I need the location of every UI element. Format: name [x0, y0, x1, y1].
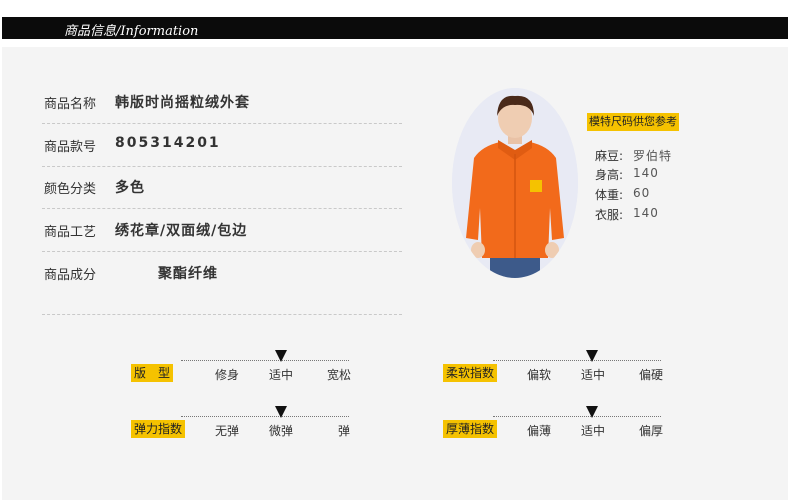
spec-label: 体重: — [595, 188, 624, 202]
model-illustration — [452, 88, 578, 278]
scale-track — [493, 360, 661, 361]
spec-value: 60 — [633, 186, 651, 200]
info-label: 商品成分 — [44, 268, 97, 283]
model-spec-height: 身高: 140 — [595, 166, 658, 183]
header-title: 商品信息/Information — [64, 24, 199, 39]
scale-thickness: 厚薄指数 偏薄 适中 偏厚 — [443, 406, 664, 440]
scale-track — [493, 416, 661, 417]
spec-label: 麻豆: — [595, 149, 624, 163]
scale-option: 适中 — [581, 368, 606, 382]
spec-label: 身高: — [595, 168, 624, 182]
scale-indicator-icon — [275, 406, 287, 418]
spec-value: 140 — [633, 166, 659, 180]
info-row-sku: 商品款号 805314201 — [42, 122, 402, 167]
scale-option: 适中 — [581, 424, 606, 438]
info-row-name: 商品名称 韩版时尚摇粒绒外套 — [42, 79, 402, 124]
model-spec-name: 麻豆: 罗伯特 — [595, 147, 671, 164]
info-value: 绣花章/双面绒/包边 — [115, 223, 248, 239]
info-label: 颜色分类 — [44, 182, 97, 197]
scale-option: 偏软 — [527, 368, 552, 382]
scale-fit: 版 型 修身 适中 宽松 — [131, 350, 352, 384]
model-photo — [452, 88, 578, 278]
scale-option: 偏厚 — [639, 424, 664, 438]
scale-option: 修身 — [215, 368, 240, 382]
scale-elasticity: 弹力指数 无弹 微弹 弹 — [131, 406, 351, 440]
info-value: 805314201 — [115, 135, 221, 151]
info-label: 商品款号 — [44, 140, 97, 155]
info-label: 商品名称 — [44, 97, 97, 112]
scale-track — [181, 416, 349, 417]
scale-option: 偏硬 — [639, 368, 664, 382]
model-spec-clothes: 衣服: 140 — [595, 206, 658, 223]
scale-label: 弹力指数 — [131, 420, 186, 438]
scale-label: 厚薄指数 — [443, 420, 498, 438]
header-bar: 商品信息/Information — [2, 17, 788, 39]
scale-option: 无弹 — [215, 424, 240, 438]
info-row-material: 商品成分 聚酯纤维 — [42, 250, 402, 315]
info-row-craft: 商品工艺 绣花章/双面绒/包边 — [42, 207, 402, 252]
scale-option: 微弹 — [269, 424, 294, 438]
scale-indicator-icon — [275, 350, 287, 362]
scale-indicator-icon — [586, 406, 598, 418]
info-value: 聚酯纤维 — [158, 266, 218, 282]
model-size-tag: 模特尺码供您参考 — [587, 113, 679, 131]
scale-option: 弹 — [338, 424, 351, 438]
info-value: 多色 — [115, 180, 145, 196]
scale-track — [181, 360, 349, 361]
spec-label: 衣服: — [595, 208, 624, 222]
info-value: 韩版时尚摇粒绒外套 — [115, 95, 250, 111]
scale-option: 偏薄 — [527, 424, 552, 438]
spec-value: 罗伯特 — [633, 149, 673, 163]
model-spec-weight: 体重: 60 — [595, 186, 649, 203]
scale-label: 版 型 — [131, 364, 174, 382]
info-label: 商品工艺 — [44, 225, 97, 240]
scale-option: 适中 — [269, 368, 294, 382]
spec-value: 140 — [633, 206, 659, 220]
scale-option: 宽松 — [327, 368, 352, 382]
scale-indicator-icon — [586, 350, 598, 362]
scale-label: 柔软指数 — [443, 364, 498, 382]
scale-softness: 柔软指数 偏软 适中 偏硬 — [443, 350, 664, 384]
info-row-color: 颜色分类 多色 — [42, 164, 402, 209]
